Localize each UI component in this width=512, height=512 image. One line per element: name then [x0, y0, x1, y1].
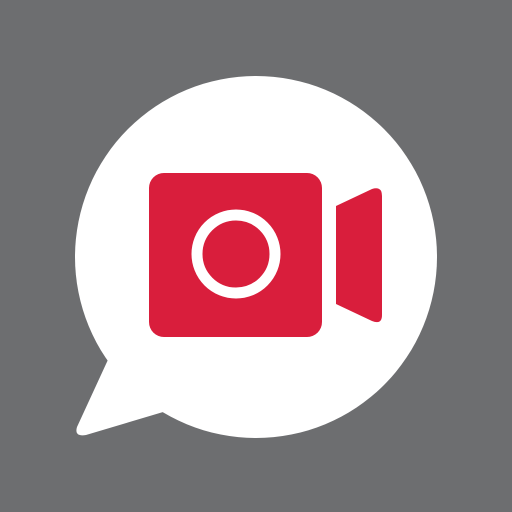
- camera-body: [149, 173, 322, 337]
- camera-viewfinder: [336, 188, 382, 323]
- app-icon: [0, 0, 512, 512]
- app-icon-graphic: [0, 0, 512, 512]
